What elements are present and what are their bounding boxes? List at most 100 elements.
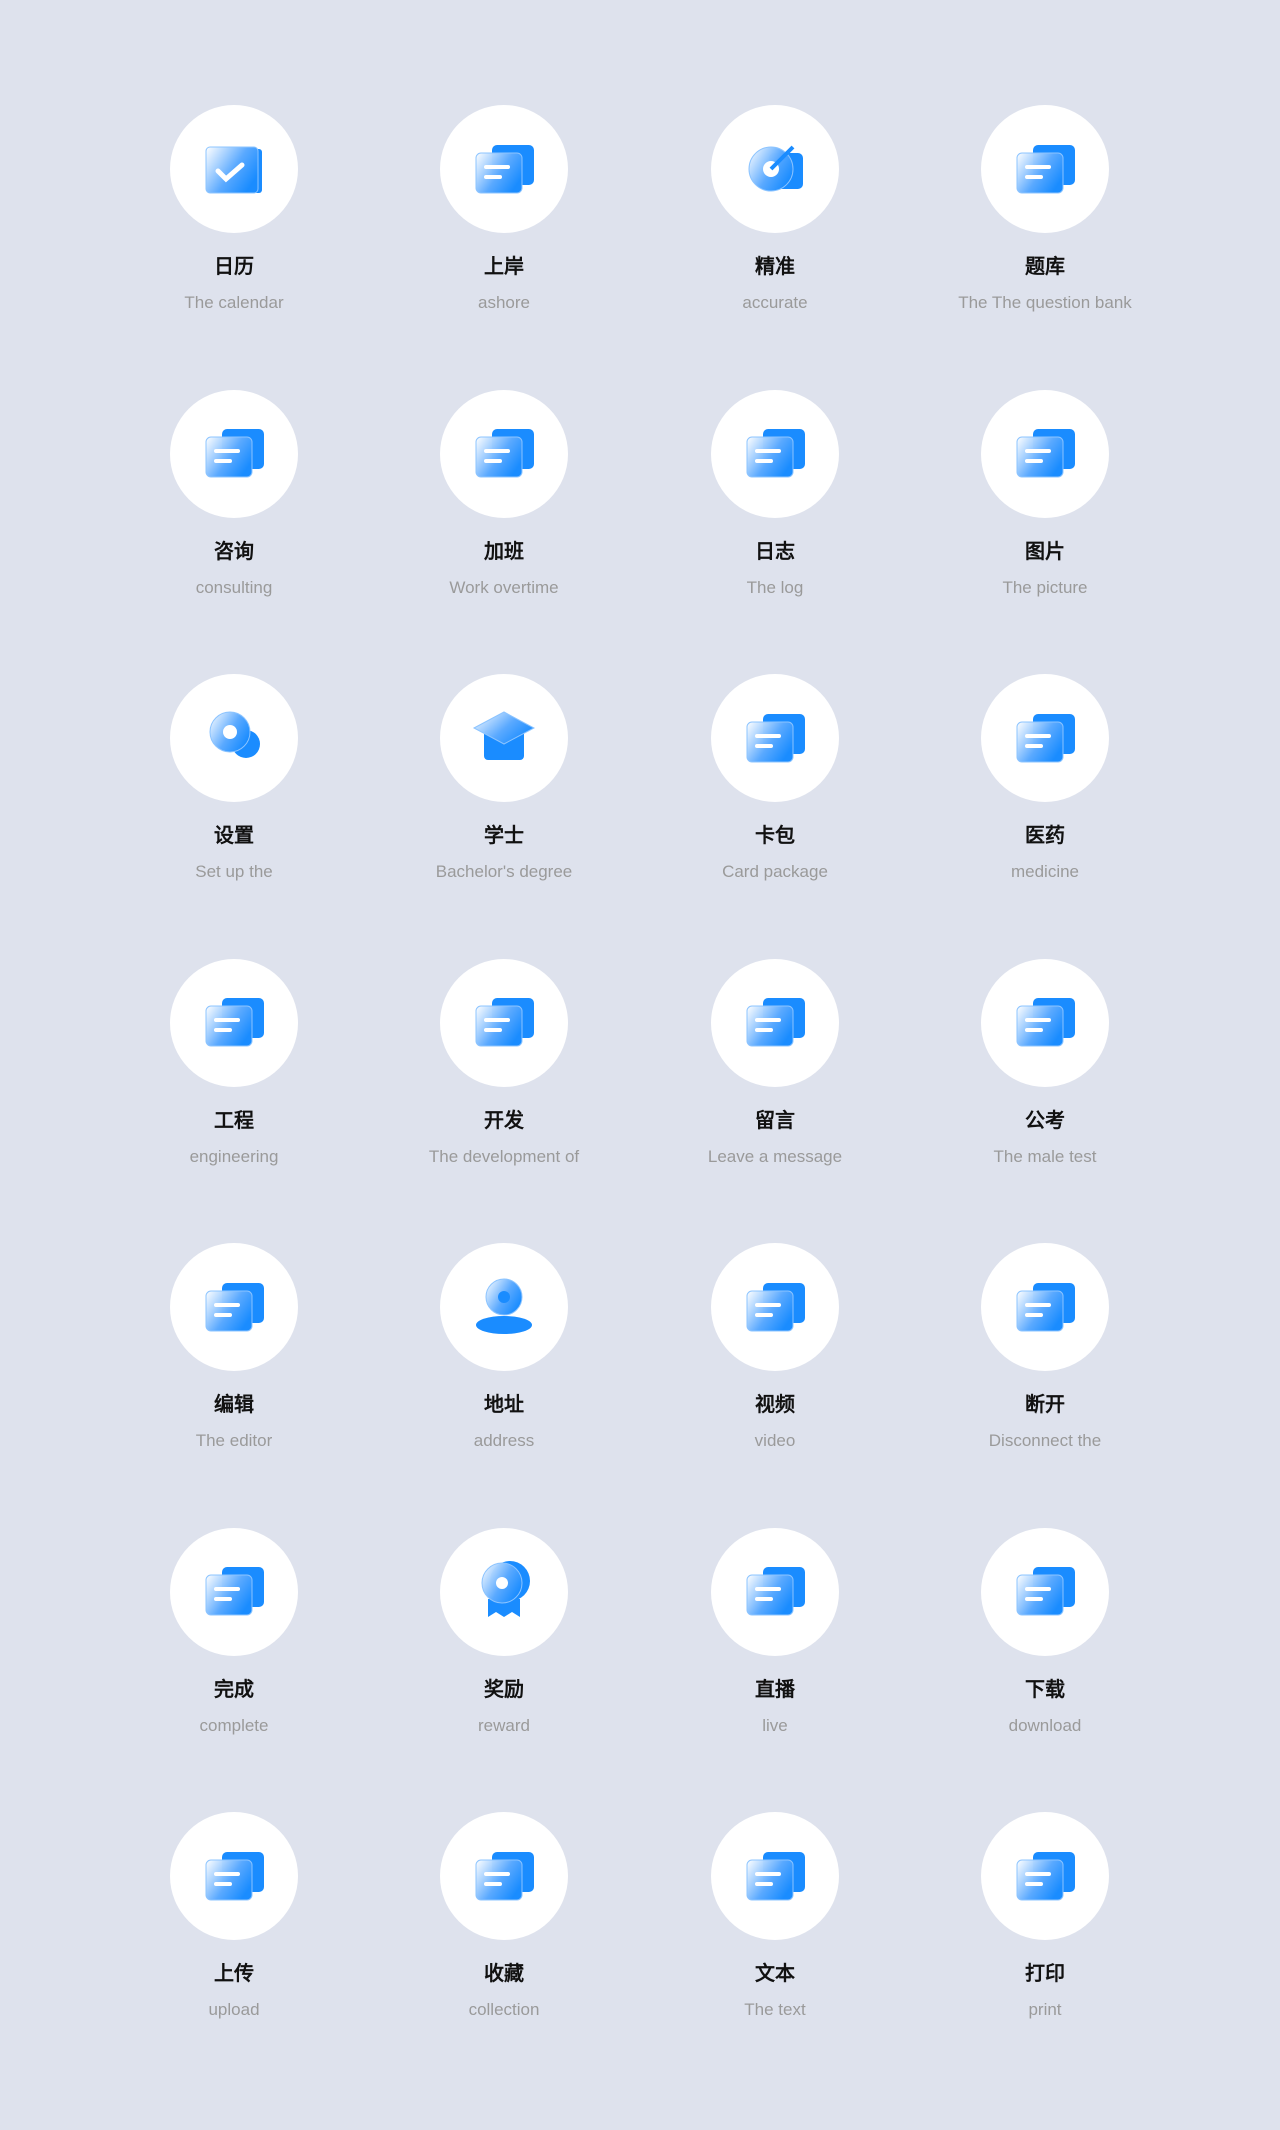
tile-title: 奖励 xyxy=(484,1676,524,1701)
icon-circle xyxy=(711,389,839,518)
icon-tile-star-folder[interactable]: 收藏 collection xyxy=(369,1812,639,2021)
icon-circle xyxy=(440,1527,568,1656)
tile-title: 公考 xyxy=(1025,1107,1065,1132)
icon-tile-medical-kit[interactable]: 医药 medicine xyxy=(910,674,1180,883)
tile-subtitle: The calendar xyxy=(184,293,284,312)
tile-subtitle: ashore xyxy=(478,293,530,312)
tile-subtitle: live xyxy=(762,1715,788,1735)
icon-tile-calendar[interactable]: 日历 The calendar xyxy=(99,105,369,314)
tile-title: 医药 xyxy=(1025,823,1065,847)
icon-tile-graduation-cap[interactable]: 学士 Bachelor's degree xyxy=(369,674,639,883)
tile-subtitle: video xyxy=(754,1431,796,1450)
icon-tile-edit-pen[interactable]: 编辑 The editor xyxy=(99,1243,369,1452)
tile-title: 学士 xyxy=(484,823,524,847)
tile-title: 直播 xyxy=(755,1676,795,1701)
calendar-icon xyxy=(198,131,270,208)
tile-title: 上传 xyxy=(214,1961,254,1985)
tile-subtitle: The The question bank xyxy=(958,293,1132,312)
tile-subtitle: address xyxy=(473,1431,535,1450)
icon-tile-clock-plus[interactable]: 加班 Work overtime xyxy=(369,389,639,599)
runner-notebook-icon xyxy=(468,131,540,208)
tile-title: 日志 xyxy=(755,538,795,563)
icon-tile-wallet[interactable]: 卡包 Card package xyxy=(640,674,910,883)
picture-icon xyxy=(1009,415,1081,492)
tile-title: 上岸 xyxy=(484,254,524,278)
icon-circle xyxy=(170,674,298,802)
icon-circle xyxy=(440,1812,568,1940)
icon-tile-video-camera[interactable]: 视频 video xyxy=(640,1243,910,1452)
gear-icon xyxy=(198,700,270,777)
icon-circle xyxy=(981,1812,1109,1940)
icon-tile-picture[interactable]: 图片 The picture xyxy=(910,389,1180,599)
tile-title: 文本 xyxy=(755,1961,795,1985)
tile-subtitle: The male test xyxy=(993,1146,1097,1166)
check-folder-icon xyxy=(198,1553,270,1630)
tile-subtitle: The editor xyxy=(195,1431,273,1450)
icon-circle xyxy=(170,1243,298,1371)
icon-tile-text-document[interactable]: 文本 The text xyxy=(640,1812,910,2021)
tile-title: 卡包 xyxy=(755,823,795,847)
tile-subtitle: Work overtime xyxy=(449,577,559,597)
icon-circle xyxy=(711,105,839,233)
icon-tile-target[interactable]: 精准 accurate xyxy=(640,105,910,314)
tile-title: 留言 xyxy=(755,1107,795,1132)
icon-tile-medal[interactable]: 奖励 reward xyxy=(369,1527,639,1737)
video-camera-icon xyxy=(739,1269,811,1346)
tile-subtitle: accurate xyxy=(742,293,808,312)
icon-tile-download-folder[interactable]: 下载 download xyxy=(910,1527,1180,1737)
icon-circle xyxy=(170,958,298,1087)
tile-subtitle: The log xyxy=(746,577,804,597)
icon-tile-printer[interactable]: 打印 print xyxy=(910,1812,1180,2021)
tile-title: 咨询 xyxy=(214,538,254,563)
tile-subtitle: medicine xyxy=(1010,862,1080,881)
icon-tile-gear[interactable]: 设置 Set up the xyxy=(99,674,369,883)
edit-pen-icon xyxy=(198,1269,270,1346)
icon-circle xyxy=(711,958,839,1087)
live-play-icon xyxy=(739,1553,811,1630)
tile-subtitle: consulting xyxy=(195,577,273,597)
tile-subtitle: Card package xyxy=(722,862,828,881)
tile-subtitle: The picture xyxy=(1002,577,1088,597)
tile-subtitle: print xyxy=(1028,2000,1062,2019)
tile-title: 下载 xyxy=(1025,1676,1065,1701)
icon-circle xyxy=(170,389,298,518)
icon-tile-upload-folder[interactable]: 上传 upload xyxy=(99,1812,369,2021)
icon-circle xyxy=(711,1243,839,1371)
tile-title: 断开 xyxy=(1025,1392,1065,1416)
icon-tile-wrench[interactable]: 工程 engineering xyxy=(99,958,369,1168)
tile-subtitle: download xyxy=(1008,1715,1082,1735)
tile-title: 开发 xyxy=(484,1107,524,1132)
chat-bubble-icon xyxy=(198,415,270,492)
icon-circle xyxy=(170,1527,298,1656)
tile-title: 题库 xyxy=(1025,254,1065,278)
icon-circle xyxy=(711,674,839,802)
tile-subtitle: The text xyxy=(744,2000,806,2019)
icon-tile-check-folder[interactable]: 完成 complete xyxy=(99,1527,369,1737)
icon-tile-chat-bubble[interactable]: 咨询 consulting xyxy=(99,389,369,599)
icon-tile-user-card[interactable]: 公考 The male test xyxy=(910,958,1180,1168)
icon-tile-message[interactable]: 留言 Leave a message xyxy=(640,958,910,1168)
tile-title: 地址 xyxy=(484,1392,524,1416)
icon-circle xyxy=(981,674,1109,802)
tile-subtitle: The development of xyxy=(428,1146,580,1166)
tile-subtitle: upload xyxy=(208,2000,260,2019)
icon-tile-code-window[interactable]: 开发 The development of xyxy=(369,958,639,1168)
icon-circle xyxy=(440,389,568,518)
icon-tile-question-bank[interactable]: 题库 The The question bank xyxy=(910,105,1180,314)
text-document-icon xyxy=(739,1838,811,1915)
tile-title: 编辑 xyxy=(214,1392,254,1416)
icon-circle xyxy=(981,958,1109,1087)
location-pin-icon xyxy=(468,1269,540,1346)
wrench-icon xyxy=(198,984,270,1061)
icon-tile-location-pin[interactable]: 地址 address xyxy=(369,1243,639,1452)
icon-circle xyxy=(440,105,568,233)
icon-tile-runner-notebook[interactable]: 上岸 ashore xyxy=(369,105,639,314)
question-bank-icon xyxy=(1009,131,1081,208)
code-window-icon xyxy=(468,984,540,1061)
tile-title: 完成 xyxy=(214,1676,254,1701)
icon-circle xyxy=(981,105,1109,233)
icon-tile-log-document[interactable]: 日志 The log xyxy=(640,389,910,599)
icon-circle xyxy=(711,1812,839,1940)
icon-tile-live-play[interactable]: 直播 live xyxy=(640,1527,910,1737)
icon-tile-disconnect-monitor[interactable]: 断开 Disconnect the xyxy=(910,1243,1180,1452)
